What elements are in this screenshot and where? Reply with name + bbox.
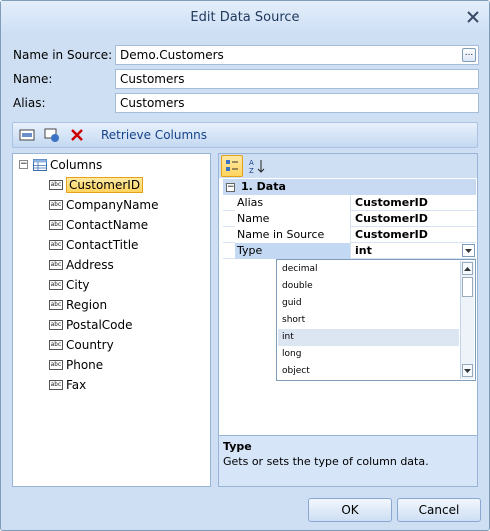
property-name: Name bbox=[235, 211, 351, 227]
dropdown-option-selected[interactable]: int bbox=[278, 329, 459, 346]
delete-icon[interactable] bbox=[68, 126, 86, 144]
description-title: Type bbox=[223, 440, 252, 453]
collapse-icon[interactable]: − bbox=[19, 160, 28, 169]
name-label: Name: bbox=[13, 72, 53, 86]
property-value[interactable]: CustomerID bbox=[353, 195, 476, 210]
name-field[interactable]: Customers bbox=[115, 69, 479, 89]
dropdown-option[interactable]: decimal bbox=[278, 261, 459, 278]
tree-item-label: Address bbox=[66, 258, 114, 272]
dropdown-option[interactable]: object bbox=[278, 363, 459, 380]
categorized-icon[interactable] bbox=[221, 155, 243, 177]
alias-label: Alias: bbox=[13, 96, 46, 110]
tree-item[interactable]: abc ContactName bbox=[49, 216, 148, 234]
property-row[interactable]: Name in Source CustomerID bbox=[223, 227, 476, 243]
tree-item[interactable]: abc Country bbox=[49, 336, 114, 354]
dropdown-scrollbar[interactable] bbox=[460, 261, 474, 379]
ok-button[interactable]: OK bbox=[308, 498, 392, 522]
name-in-source-value: Demo.Customers bbox=[120, 48, 224, 62]
tree-item[interactable]: abc Region bbox=[49, 296, 107, 314]
property-name: Type bbox=[235, 243, 351, 259]
tree-item[interactable]: abc Address bbox=[49, 256, 114, 274]
dropdown-option[interactable]: long bbox=[278, 346, 459, 363]
property-value[interactable]: int bbox=[353, 243, 476, 258]
dropdown-option[interactable]: double bbox=[278, 278, 459, 295]
property-value[interactable]: CustomerID bbox=[353, 211, 476, 226]
abc-icon: abc bbox=[49, 180, 63, 190]
type-dropdown-list[interactable]: decimal double guid short int long objec… bbox=[276, 259, 476, 381]
toolbar: Retrieve Columns bbox=[12, 122, 478, 148]
property-name: Name in Source bbox=[235, 227, 351, 243]
tree-item-label: CustomerID bbox=[66, 177, 144, 193]
abc-icon: abc bbox=[49, 240, 63, 250]
tree-item-label: City bbox=[66, 278, 90, 292]
sort-alphabetical-icon[interactable]: AZ bbox=[248, 157, 266, 175]
window-title: Edit Data Source bbox=[190, 10, 300, 25]
retrieve-columns-button[interactable]: Retrieve Columns bbox=[101, 128, 207, 142]
property-grid-toolbar: AZ bbox=[219, 154, 477, 178]
tree-item[interactable]: abc Fax bbox=[49, 376, 86, 394]
abc-icon: abc bbox=[49, 360, 63, 370]
abc-icon: abc bbox=[49, 340, 63, 350]
tree-item-label: Country bbox=[66, 338, 114, 352]
abc-icon: abc bbox=[49, 320, 63, 330]
abc-icon: abc bbox=[49, 220, 63, 230]
cancel-button[interactable]: Cancel bbox=[397, 498, 481, 522]
tree-root-label: Columns bbox=[50, 158, 103, 172]
tree-item-label: Phone bbox=[66, 358, 104, 372]
name-in-source-label: Name in Source: bbox=[13, 48, 113, 62]
svg-text:A: A bbox=[249, 159, 254, 167]
title-bar: Edit Data Source bbox=[1, 1, 489, 34]
tree-item-label: CompanyName bbox=[66, 198, 159, 212]
tree-item[interactable]: abc CustomerID bbox=[49, 176, 144, 194]
browse-button[interactable]: ... bbox=[462, 48, 476, 62]
tree-item-label: Fax bbox=[66, 378, 87, 392]
tree-item-label: Region bbox=[66, 298, 108, 312]
scroll-thumb[interactable] bbox=[462, 277, 473, 297]
tree-item-label: ContactName bbox=[66, 218, 149, 232]
tree-item[interactable]: abc CompanyName bbox=[49, 196, 159, 214]
tree-item[interactable]: abc Phone bbox=[49, 356, 103, 374]
category-label: 1. Data bbox=[241, 180, 286, 193]
dropdown-option[interactable]: guid bbox=[278, 295, 459, 312]
description-panel: Type Gets or sets the type of column dat… bbox=[218, 435, 478, 487]
tree-item-label: PostalCode bbox=[66, 318, 133, 332]
description-text: Gets or sets the type of column data. bbox=[223, 455, 429, 468]
new-calculated-column-icon[interactable] bbox=[43, 126, 61, 144]
tree-root[interactable]: Columns bbox=[33, 158, 102, 172]
scroll-down-icon[interactable] bbox=[462, 364, 473, 377]
property-row[interactable]: Name CustomerID bbox=[223, 211, 476, 227]
abc-icon: abc bbox=[49, 280, 63, 290]
columns-tree[interactable]: − Columns abc CustomerID abc CompanyName a… bbox=[12, 153, 211, 487]
collapse-icon[interactable]: − bbox=[226, 183, 235, 192]
property-value[interactable]: CustomerID bbox=[353, 227, 476, 242]
table-icon bbox=[33, 159, 47, 171]
abc-icon: abc bbox=[49, 260, 63, 270]
abc-icon: abc bbox=[49, 300, 63, 310]
property-row-selected[interactable]: Type int bbox=[223, 243, 476, 259]
abc-icon: abc bbox=[49, 380, 63, 390]
abc-icon: abc bbox=[49, 200, 63, 210]
scroll-up-icon[interactable] bbox=[462, 262, 473, 275]
name-value: Customers bbox=[120, 72, 185, 86]
tree-item[interactable]: abc City bbox=[49, 276, 90, 294]
name-in-source-field[interactable]: Demo.Customers ... bbox=[115, 45, 479, 65]
svg-text:Z: Z bbox=[249, 167, 254, 174]
dropdown-arrow-icon[interactable] bbox=[462, 244, 475, 257]
close-icon[interactable] bbox=[465, 9, 481, 25]
alias-value: Customers bbox=[120, 96, 185, 110]
alias-field[interactable]: Customers bbox=[115, 93, 479, 113]
dropdown-option[interactable]: short bbox=[278, 312, 459, 329]
category-row[interactable]: − 1. Data bbox=[223, 179, 476, 195]
tree-item[interactable]: abc PostalCode bbox=[49, 316, 133, 334]
tree-item-label: ContactTitle bbox=[66, 238, 139, 252]
property-name: Alias bbox=[235, 195, 351, 211]
property-row[interactable]: Alias CustomerID bbox=[223, 195, 476, 211]
new-column-icon[interactable] bbox=[18, 126, 36, 144]
tree-item[interactable]: abc ContactTitle bbox=[49, 236, 138, 254]
edit-data-source-dialog: Edit Data Source Name in Source: Demo.Cu… bbox=[0, 0, 490, 531]
